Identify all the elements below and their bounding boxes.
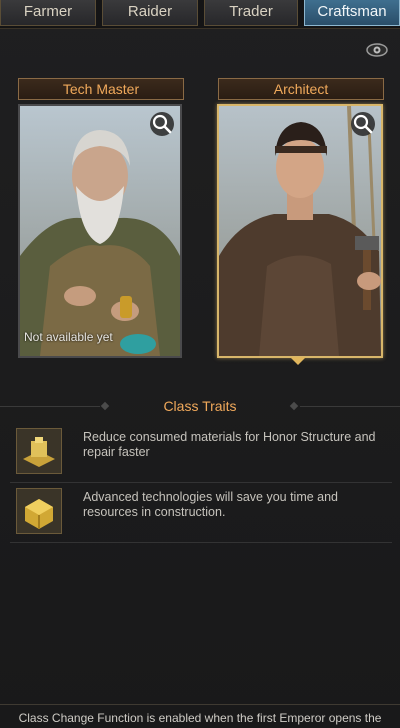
tab-farmer[interactable]: Farmer: [0, 0, 96, 26]
magnifier-icon[interactable]: [351, 112, 375, 136]
gold-crate-icon: [16, 488, 62, 534]
portrait-tech-master[interactable]: Not available yet: [18, 104, 182, 358]
card-title-architect: Architect: [218, 78, 384, 100]
portrait-architect[interactable]: [217, 104, 383, 358]
not-available-label: Not available yet: [24, 330, 113, 344]
class-tabs: Farmer Raider Trader Craftsman: [0, 0, 400, 29]
magnifier-icon[interactable]: [150, 112, 174, 136]
trait-row: Reduce consumed materials for Honor Stru…: [10, 424, 392, 483]
eye-icon[interactable]: [366, 42, 388, 58]
gold-structure-icon: [16, 428, 62, 474]
selected-indicator-arrow: [290, 357, 306, 365]
class-selection-screen: Farmer Raider Trader Craftsman Tech Mast…: [0, 0, 400, 728]
class-change-notice: Class Change Function is enabled when th…: [18, 711, 382, 725]
footer-divider: [0, 704, 400, 705]
class-traits-title: Class Traits: [163, 398, 237, 414]
card-title-tech-master: Tech Master: [18, 78, 184, 100]
tab-raider[interactable]: Raider: [102, 0, 198, 26]
tab-trader[interactable]: Trader: [204, 0, 298, 26]
old-man-portrait-image: [20, 106, 180, 356]
trait-description: Reduce consumed materials for Honor Stru…: [83, 430, 376, 459]
trait-description: Advanced technologies will save you time…: [83, 490, 339, 519]
tab-craftsman[interactable]: Craftsman: [304, 0, 400, 26]
young-man-portrait-image: [219, 106, 381, 356]
trait-row: Advanced technologies will save you time…: [10, 484, 392, 543]
